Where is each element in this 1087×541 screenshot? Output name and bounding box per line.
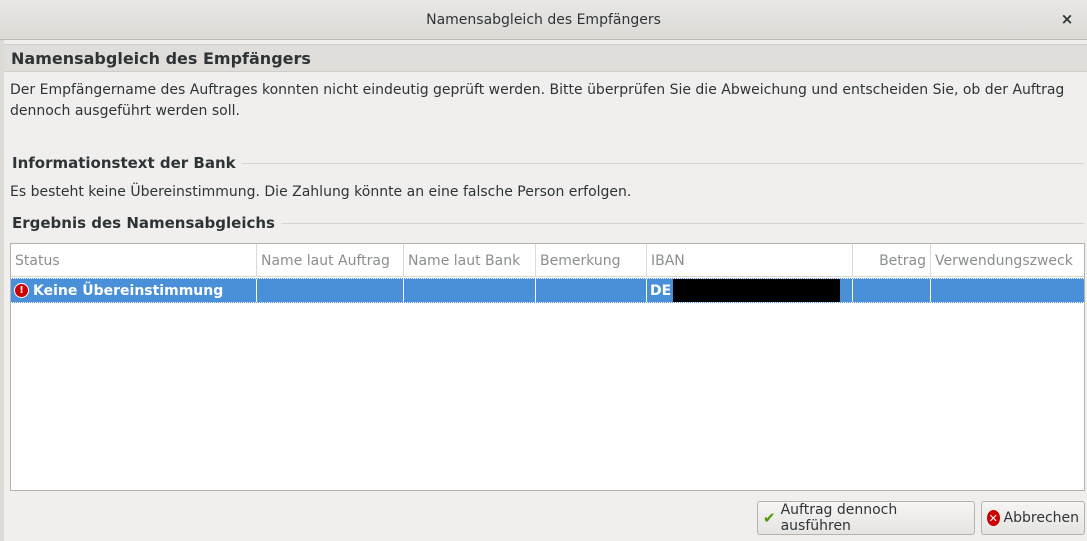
bank-info-heading: Informationstext der Bank xyxy=(12,154,242,172)
iban-text: DE xyxy=(650,282,672,299)
cell-verwendungszweck xyxy=(931,279,1084,302)
bank-info-text: Es besteht keine Übereinstimmung. Die Za… xyxy=(10,184,632,200)
column-header-iban[interactable]: IBAN xyxy=(647,244,853,277)
table-row[interactable]: ! Keine Übereinstimmung DE xyxy=(11,278,1084,303)
result-heading: Ergebnis des Namensabgleichs xyxy=(12,214,281,232)
cancel-icon: ✕ xyxy=(987,510,1000,526)
column-header-bemerkung[interactable]: Bemerkung xyxy=(536,244,647,277)
column-header-name-auftrag[interactable]: Name laut Auftrag xyxy=(257,244,404,277)
cell-bemerkung xyxy=(536,279,647,302)
close-icon[interactable]: × xyxy=(1057,9,1077,29)
dialog-header: Namensabgleich des Empfängers xyxy=(4,44,1087,72)
execute-anyway-button[interactable]: ✔ Auftrag dennoch ausführen xyxy=(757,501,975,535)
error-icon: ! xyxy=(14,283,29,298)
cancel-button[interactable]: ✕ Abbrechen xyxy=(981,501,1085,535)
cell-betrag xyxy=(853,279,931,302)
result-table[interactable]: Status Name laut Auftrag Name laut Bank … xyxy=(10,243,1085,491)
cancel-label: Abbrechen xyxy=(1003,510,1079,526)
window-edge xyxy=(0,40,4,541)
window-titlebar: Namensabgleich des Empfängers × xyxy=(0,0,1087,40)
execute-anyway-label: Auftrag dennoch ausführen xyxy=(780,502,898,534)
window-title: Namensabgleich des Empfängers xyxy=(426,11,661,28)
cell-iban: DE xyxy=(647,279,853,302)
column-header-status[interactable]: Status xyxy=(11,244,257,277)
status-text: Keine Übereinstimmung xyxy=(33,282,224,299)
dialog-heading: Namensabgleich des Empfängers xyxy=(11,48,311,68)
table-header: Status Name laut Auftrag Name laut Bank … xyxy=(11,244,1084,277)
cell-name-bank xyxy=(404,279,536,302)
column-header-name-bank[interactable]: Name laut Bank xyxy=(404,244,536,277)
cell-status: ! Keine Übereinstimmung xyxy=(11,279,257,302)
redaction-block xyxy=(673,279,841,302)
column-header-verwendungszweck[interactable]: Verwendungszweck xyxy=(931,244,1084,277)
cell-name-auftrag xyxy=(257,279,404,302)
column-header-betrag[interactable]: Betrag xyxy=(853,244,931,277)
checkmark-icon: ✔ xyxy=(763,509,776,527)
dialog-description: Der Empfängername des Auftrages konnten … xyxy=(10,82,1065,119)
